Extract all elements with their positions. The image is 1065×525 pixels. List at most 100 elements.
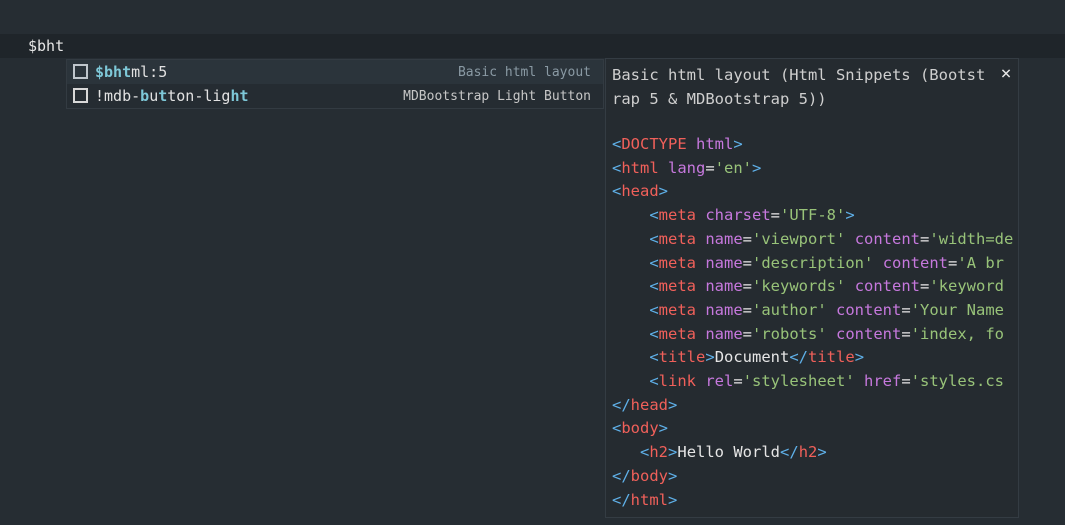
code-token: Document — [714, 348, 790, 367]
suggestion-label: !mdb-button-light — [95, 87, 249, 105]
code-token: > — [668, 395, 678, 414]
code-token: head — [630, 395, 668, 414]
code-token: meta — [658, 229, 696, 248]
suggestion-detail: Basic html layout — [457, 65, 591, 80]
close-icon[interactable]: × — [997, 63, 1015, 85]
code-token: content — [854, 277, 921, 296]
code-token: > — [668, 443, 678, 462]
code-line: <body> — [612, 417, 1013, 441]
code-token: < — [612, 135, 622, 153]
editor-current-line[interactable]: $bht — [0, 34, 1065, 58]
code-token: name — [705, 229, 743, 248]
code-token: h2 — [649, 443, 669, 462]
code-line: <link rel='stylesheet' href='styles.cs — [612, 370, 1013, 394]
code-token: = — [742, 324, 753, 343]
code-token: < — [612, 158, 622, 177]
code-line: </body> — [612, 465, 1013, 489]
suggestion-details-panel: Basic html layout (Html Snippets (Bootst… — [605, 58, 1019, 518]
code-token: 'viewport' — [752, 229, 846, 248]
code-token: = — [742, 229, 753, 248]
code-token: < — [649, 324, 659, 343]
code-token: < — [640, 443, 650, 462]
code-token: html — [621, 158, 659, 177]
code-token: 'index, fo — [910, 324, 1005, 343]
code-token: 'keyword — [929, 277, 1005, 296]
suggestion-item-bhtml[interactable]: $bhtml:5 Basic html layout — [67, 60, 603, 84]
code-line: <h2>Hello World</h2> — [612, 441, 1013, 465]
code-preview: <DOCTYPE html> <html lang='en'> <head> <me… — [612, 133, 1013, 512]
code-token: = — [742, 253, 753, 272]
suggestion-label: $bhtml:5 — [95, 63, 168, 81]
code-token: > — [658, 419, 669, 438]
code-token: h2 — [798, 443, 818, 462]
code-line: <DOCTYPE html> — [612, 133, 1013, 157]
code-token: meta — [658, 277, 696, 296]
code-token: > — [752, 158, 762, 177]
code-token: title — [658, 348, 706, 367]
suggestion-detail: MDBootstrap Light Button — [403, 89, 591, 104]
code-token: html — [630, 490, 668, 509]
code-line: </html> — [612, 489, 1013, 513]
code-line: <head> — [612, 180, 1013, 204]
code-token: 'en' — [714, 158, 753, 177]
details-title: Basic html layout (Html Snippets (Bootst… — [612, 66, 986, 108]
code-token: href — [864, 372, 902, 391]
code-token: content — [836, 324, 902, 343]
code-token: name — [705, 300, 743, 319]
code-token: < — [612, 182, 622, 201]
code-token: = — [705, 158, 715, 177]
code-line: </head> — [612, 394, 1013, 418]
snippet-icon — [73, 64, 88, 79]
code-token: = — [901, 300, 911, 319]
code-token: 'robots' — [752, 324, 827, 343]
code-token: title — [808, 348, 855, 367]
code-token: content — [854, 229, 921, 248]
code-token: body — [630, 466, 668, 485]
code-token: 'styles.cs — [910, 372, 1005, 391]
autocomplete-list: $bhtml:5 Basic html layout !mdb-button-l… — [66, 59, 604, 109]
code-token: = — [901, 372, 911, 391]
suggestion-item-mdb-button-light[interactable]: !mdb-button-light MDBootstrap Light Butt… — [67, 84, 603, 108]
code-token: DOCTYPE — [621, 135, 687, 153]
code-token: meta — [658, 300, 696, 319]
code-token: 'author' — [752, 300, 827, 319]
editor-text[interactable]: $bht — [28, 36, 64, 56]
code-token: < — [612, 419, 622, 438]
code-token: 'width=de — [929, 229, 1014, 248]
code-token: = — [920, 277, 930, 296]
code-token: > — [817, 443, 827, 462]
code-token: < — [649, 300, 659, 319]
code-token: head — [621, 182, 659, 201]
code-line: <meta charset='UTF-8'> — [612, 204, 1013, 228]
code-line: <meta name='description' content='A br — [612, 252, 1013, 276]
code-token: > — [733, 135, 743, 153]
code-token: = — [948, 253, 958, 272]
code-line: <meta name='viewport' content='width=de — [612, 228, 1013, 252]
code-token: < — [649, 229, 659, 248]
code-token: name — [705, 277, 743, 296]
code-token: link — [658, 372, 696, 391]
code-token: < — [649, 372, 659, 391]
code-token: < — [649, 348, 659, 367]
code-token: content — [836, 300, 902, 319]
code-token: meta — [658, 206, 696, 225]
code-token: name — [705, 324, 743, 343]
code-token: </ — [612, 466, 631, 485]
code-token: </ — [789, 348, 809, 367]
code-token: </ — [612, 490, 631, 509]
code-token: Hello World — [677, 443, 781, 462]
